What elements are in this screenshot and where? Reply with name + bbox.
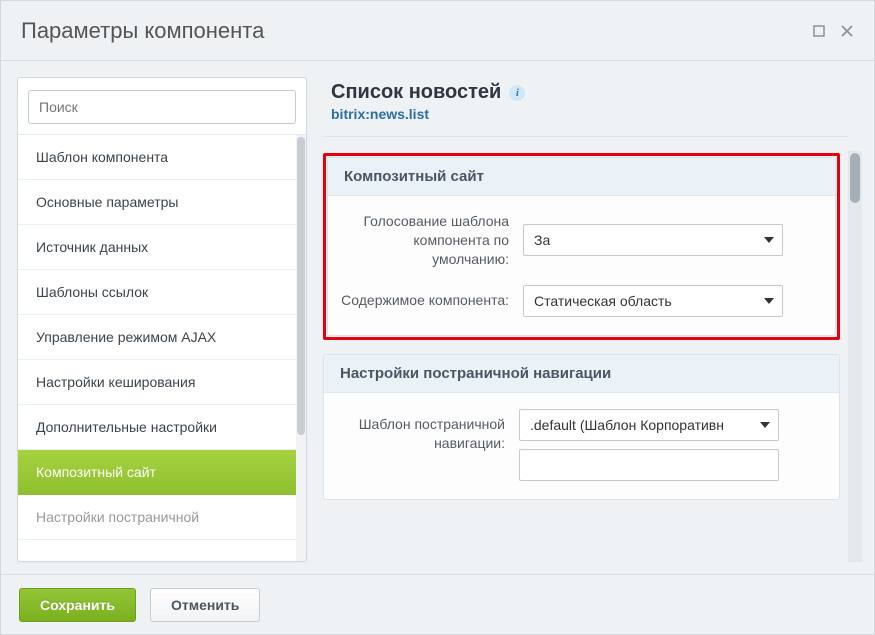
sidebar-item-label: Настройки постраничной (36, 509, 199, 525)
field-control: Статическая область (523, 285, 817, 317)
sidebar-item-main-params[interactable]: Основные параметры (18, 180, 296, 225)
chevron-down-icon (764, 298, 774, 304)
titlebar: Параметры компонента (1, 1, 874, 61)
sidebar-item-cache[interactable]: Настройки кеширования (18, 360, 296, 405)
info-icon[interactable]: i (509, 85, 525, 101)
sidebar-item-additional[interactable]: Дополнительные настройки (18, 405, 296, 450)
save-button[interactable]: Сохранить (19, 588, 136, 622)
window-title: Параметры компонента (21, 18, 264, 44)
sidebar: Шаблон компонента Основные параметры Ист… (17, 77, 307, 562)
button-label: Сохранить (40, 597, 115, 613)
select-value: За (534, 232, 550, 248)
component-name: bitrix:news.list (331, 106, 848, 122)
sidebar-item-label: Дополнительные настройки (36, 419, 217, 435)
field-label: Голосование шаблона компонента по умолча… (338, 212, 523, 269)
cancel-button[interactable]: Отменить (150, 588, 260, 622)
sidebar-list-wrap: Шаблон компонента Основные параметры Ист… (18, 134, 306, 561)
main-panel: Список новостей i bitrix:news.list Компо… (323, 77, 862, 562)
section-body: Шаблон постраничной навигации: .default … (324, 393, 839, 499)
chevron-down-icon (760, 422, 770, 428)
page-title: Список новостей (331, 81, 501, 104)
select-value: .default (Шаблон Корпоративн (530, 417, 724, 433)
section-body: Голосование шаблона компонента по умолча… (328, 196, 835, 335)
sidebar-item-composite[interactable]: Композитный сайт (18, 450, 296, 495)
sidebar-item-label: Композитный сайт (36, 464, 156, 480)
select-vote[interactable]: За (523, 224, 783, 256)
sidebar-scrollbar[interactable] (296, 135, 306, 561)
window-controls (812, 24, 854, 38)
field-row-vote: Голосование шаблона компонента по умолча… (338, 212, 817, 269)
field-label: Шаблон постраничной навигации: (334, 409, 519, 453)
section-title: Композитный сайт (328, 158, 835, 196)
field-row-content: Содержимое компонента: Статическая облас… (338, 285, 817, 317)
sidebar-item-label: Настройки кеширования (36, 374, 195, 390)
main-content: Композитный сайт Голосование шаблона ком… (323, 151, 842, 562)
field-control: За (523, 224, 817, 256)
dialog-body: Шаблон компонента Основные параметры Ист… (1, 61, 874, 574)
sidebar-item-pager[interactable]: Настройки постраничной (18, 495, 296, 540)
chevron-down-icon (764, 237, 774, 243)
sidebar-item-ajax[interactable]: Управление режимом AJAX (18, 315, 296, 360)
section-composite: Композитный сайт Голосование шаблона ком… (327, 157, 836, 336)
section-pager: Настройки постраничной навигации Шаблон … (323, 354, 840, 500)
main-scroll: Композитный сайт Голосование шаблона ком… (323, 151, 862, 562)
field-row-pager-template: Шаблон постраничной навигации: .default … (334, 409, 821, 481)
sidebar-item-template[interactable]: Шаблон компонента (18, 135, 296, 180)
sidebar-item-label: Управление режимом AJAX (36, 329, 216, 345)
highlighted-section: Композитный сайт Голосование шаблона ком… (323, 153, 840, 340)
select-content[interactable]: Статическая область (523, 285, 783, 317)
select-value: Статическая область (534, 293, 672, 309)
main-header: Список новостей i bitrix:news.list (323, 77, 848, 137)
input-pager-template-other[interactable] (519, 449, 779, 481)
main-scrollbar[interactable] (848, 151, 862, 562)
sidebar-item-label: Основные параметры (36, 194, 178, 210)
sidebar-list: Шаблон компонента Основные параметры Ист… (18, 135, 296, 561)
maximize-icon[interactable] (812, 24, 826, 38)
search-row (18, 78, 306, 134)
sidebar-item-label: Источник данных (36, 239, 148, 255)
sidebar-item-datasource[interactable]: Источник данных (18, 225, 296, 270)
sidebar-item-link-templates[interactable]: Шаблоны ссылок (18, 270, 296, 315)
field-control: .default (Шаблон Корпоративн (519, 409, 821, 481)
button-label: Отменить (171, 597, 239, 613)
dialog-window: Параметры компонента Шаблон компонента О… (0, 0, 875, 635)
field-label: Содержимое компонента: (338, 291, 523, 310)
sidebar-scroll-thumb[interactable] (297, 137, 305, 435)
main-title-row: Список новостей i (331, 81, 848, 104)
footer: Сохранить Отменить (1, 574, 874, 634)
sidebar-item-label: Шаблон компонента (36, 149, 168, 165)
select-pager-template[interactable]: .default (Шаблон Корпоративн (519, 409, 779, 441)
search-input[interactable] (28, 90, 296, 124)
close-icon[interactable] (840, 24, 854, 38)
main-scroll-thumb[interactable] (850, 153, 860, 203)
section-title: Настройки постраничной навигации (324, 355, 839, 393)
sidebar-item-label: Шаблоны ссылок (36, 284, 148, 300)
